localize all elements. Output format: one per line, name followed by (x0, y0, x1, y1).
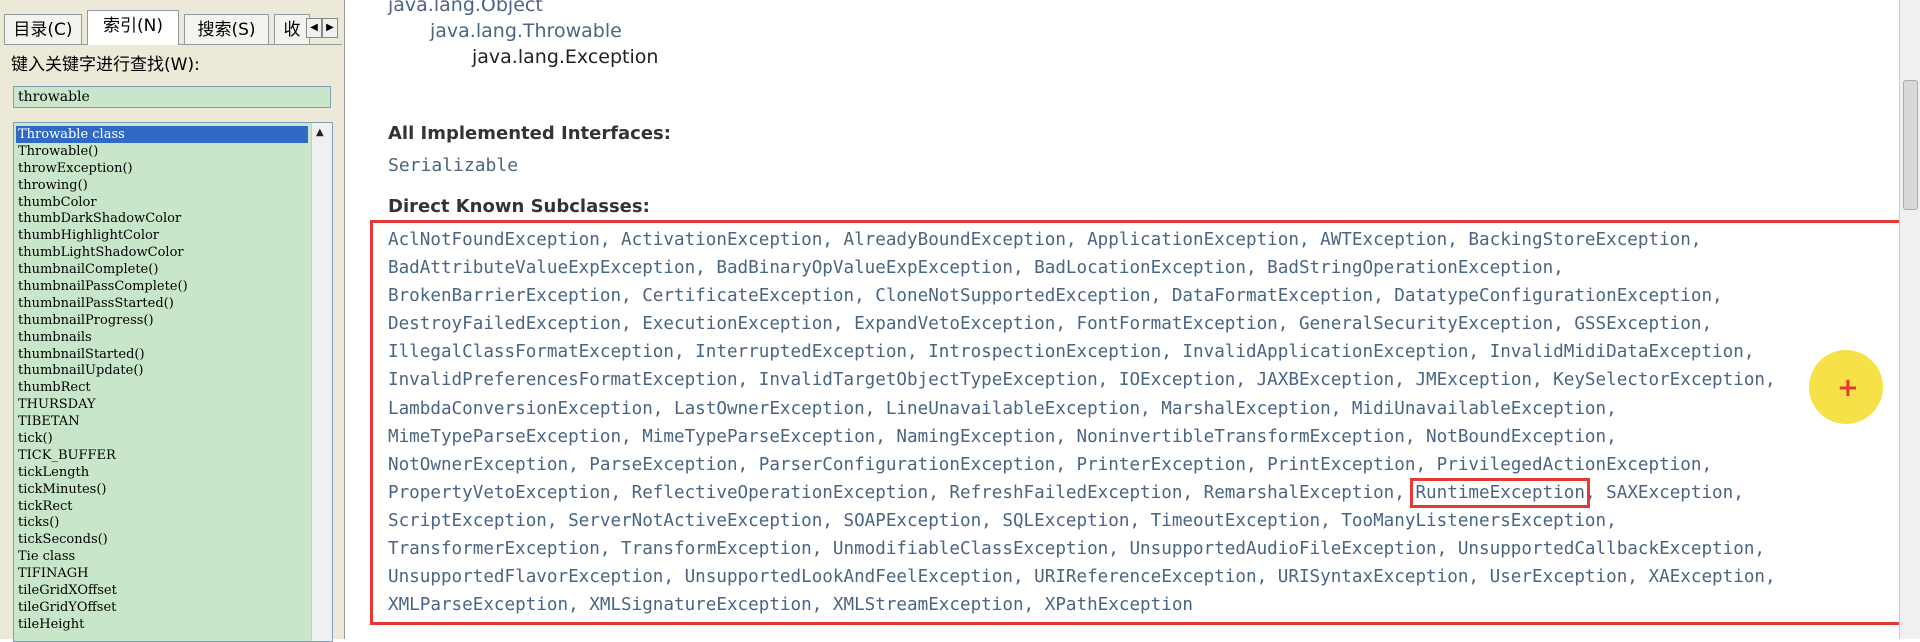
index-list-item[interactable]: thumbnails (16, 329, 308, 346)
interfaces-heading: All Implemented Interfaces: (388, 123, 671, 144)
index-list-item[interactable]: tickLength (16, 464, 308, 481)
index-list-item[interactable]: tileHeight (16, 616, 308, 633)
subclass-line[interactable]: DestroyFailedException, ExecutionExcepti… (388, 312, 1908, 340)
runtime-exception-link[interactable]: RuntimeException (1410, 477, 1590, 508)
index-list-item[interactable]: tileGridXOffset (16, 582, 308, 599)
index-list-item[interactable]: TICK_BUFFER (16, 447, 308, 464)
tab-contents[interactable]: 目录(C) (4, 14, 82, 44)
subclass-line[interactable]: PropertyVetoException, ReflectiveOperati… (388, 477, 1908, 509)
index-list-item[interactable]: thumbHighlightColor (16, 227, 308, 244)
index-list-item[interactable]: Tie class (16, 548, 308, 565)
cursor-crosshair-icon: + (1837, 373, 1859, 403)
tab-scroll-left-icon[interactable]: ◀ (306, 18, 322, 38)
keyword-label: 键入关键字进行查找(W): (11, 55, 200, 75)
subclass-line-text[interactable]: , SAXException, (1585, 483, 1744, 503)
subclass-line[interactable]: TransformerException, TransformException… (388, 537, 1908, 565)
hierarchy-exception: java.lang.Exception (472, 46, 659, 68)
content-scrollbar-thumb[interactable] (1903, 80, 1918, 210)
index-list-item[interactable]: thumbnailPassStarted() (16, 295, 308, 312)
hierarchy-object-link[interactable]: java.lang.Object (388, 0, 543, 16)
index-list-item[interactable]: Throwable class (16, 126, 308, 143)
subclasses-list: AclNotFoundException, ActivationExceptio… (388, 228, 1908, 621)
index-list-item[interactable]: ticks() (16, 514, 308, 531)
index-list-item[interactable]: THURSDAY (16, 396, 308, 413)
subclass-line[interactable]: UnsupportedFlavorException, UnsupportedL… (388, 565, 1908, 593)
subclass-line[interactable]: MimeTypeParseException, MimeTypeParseExc… (388, 425, 1908, 453)
subclass-line[interactable]: InvalidPreferencesFormatException, Inval… (388, 368, 1908, 396)
keyword-input[interactable]: throwable (13, 86, 331, 108)
nav-tabs: 目录(C) 索引(N) 搜索(S) 收 ◀ ▶ (4, 10, 342, 45)
index-list-item[interactable]: thumbnailProgress() (16, 312, 308, 329)
content-scrollbar[interactable] (1899, 0, 1920, 639)
index-list-item[interactable]: tickMinutes() (16, 481, 308, 498)
index-list-item[interactable]: tileGridYOffset (16, 599, 308, 616)
index-list-item[interactable]: thumbLightShadowColor (16, 244, 308, 261)
index-list-scrollbar[interactable]: ▲ (311, 123, 332, 641)
index-list-item[interactable]: thumbnailPassComplete() (16, 278, 308, 295)
subclass-line[interactable]: BadAttributeValueExpException, BadBinary… (388, 256, 1908, 284)
index-list[interactable]: Throwable class Throwable() throwException… (13, 122, 333, 642)
index-list-items: Throwable class Throwable() throwException… (16, 126, 308, 633)
index-list-item[interactable]: thumbRect (16, 379, 308, 396)
hierarchy-throwable-link[interactable]: java.lang.Throwable (430, 20, 622, 42)
subclass-line[interactable]: XMLParseException, XMLSignatureException… (388, 593, 1908, 621)
tab-scroll-right-icon[interactable]: ▶ (322, 18, 338, 38)
subclass-separator: , (1394, 482, 1416, 503)
subclass-line[interactable]: LambdaConversionException, LastOwnerExce… (388, 397, 1908, 425)
index-list-item[interactable]: TIBETAN (16, 413, 308, 430)
index-list-item[interactable]: TIFINAGH (16, 565, 308, 582)
doc-content: java.lang.Object java.lang.Throwable jav… (360, 0, 1905, 639)
index-list-item[interactable]: throwException() (16, 160, 308, 177)
index-list-item[interactable]: throwing() (16, 177, 308, 194)
subclasses-heading: Direct Known Subclasses: (388, 196, 650, 217)
subclass-line[interactable]: NotOwnerException, ParseException, Parse… (388, 453, 1908, 481)
index-list-item[interactable]: tickRect (16, 498, 308, 515)
index-list-item[interactable]: thumbnailUpdate() (16, 362, 308, 379)
serializable-link[interactable]: Serializable (388, 155, 518, 176)
subclass-line[interactable]: ScriptException, ServerNotActiveExceptio… (388, 509, 1908, 537)
tab-search[interactable]: 搜索(S) (184, 14, 269, 44)
index-list-item[interactable]: thumbColor (16, 194, 308, 211)
subclass-line[interactable]: BrokenBarrierException, CertificateExcep… (388, 284, 1908, 312)
scroll-up-icon[interactable]: ▲ (316, 127, 324, 138)
tab-favorites[interactable]: 收 (274, 14, 310, 44)
index-list-item[interactable]: tickSeconds() (16, 531, 308, 548)
subclass-line-text[interactable]: PropertyVetoException, ReflectiveOperati… (388, 483, 1394, 503)
index-list-item[interactable]: thumbnailComplete() (16, 261, 308, 278)
left-pane: 目录(C) 索引(N) 搜索(S) 收 ◀ ▶ 键入关键字进行查找(W): th… (0, 0, 345, 642)
subclass-line[interactable]: AclNotFoundException, ActivationExceptio… (388, 228, 1908, 256)
index-list-item[interactable]: tick() (16, 430, 308, 447)
index-list-item[interactable]: Throwable() (16, 143, 308, 160)
subclass-line[interactable]: IllegalClassFormatException, Interrupted… (388, 340, 1908, 368)
tab-index[interactable]: 索引(N) (87, 10, 179, 45)
index-list-item[interactable]: thumbnailStarted() (16, 346, 308, 363)
index-list-item[interactable]: thumbDarkShadowColor (16, 210, 308, 227)
